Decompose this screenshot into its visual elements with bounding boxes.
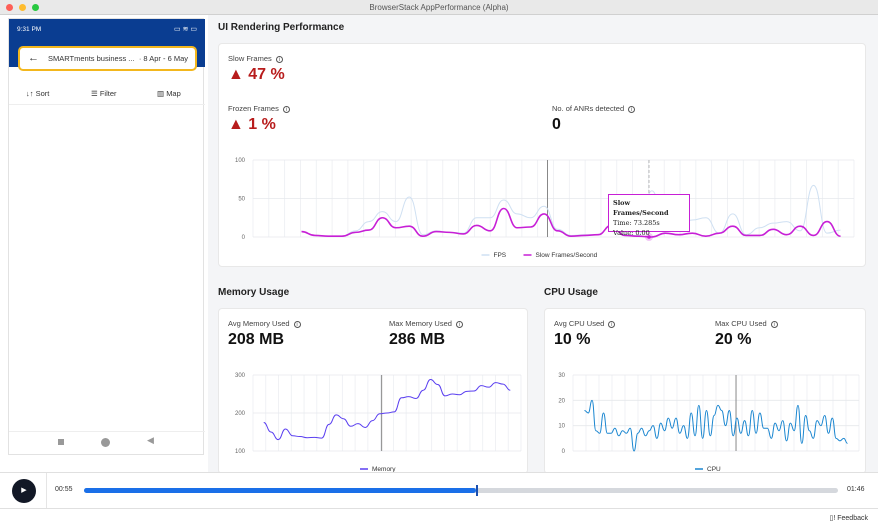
max-cpu-value: 20 % <box>715 331 752 348</box>
chart-tooltip: Slow Frames/Second Time: 73.285s Value: … <box>608 194 690 237</box>
feedback-label: Feedback <box>837 515 868 522</box>
play-icon: ▶ <box>21 487 27 494</box>
y-tick-label: 0 <box>562 449 566 455</box>
y-tick-label: 10 <box>558 424 565 430</box>
window-title: BrowserStack AppPerformance (Alpha) <box>369 3 509 12</box>
map-icon: ▥ <box>157 89 165 98</box>
status-time: 9:31 PM <box>17 26 42 33</box>
memory-card: Avg Memory Used i 208 MB Max Memory Used i… <box>218 308 528 474</box>
avg-memory-value: 208 MB <box>228 331 285 348</box>
footer: ▯! Feedback <box>0 508 878 529</box>
divider <box>46 473 47 509</box>
date-range: · 8 Apr - 6 May <box>138 54 188 63</box>
filter-icon: ☰ <box>91 89 98 98</box>
search-text: SMARTments business ... <box>48 54 135 63</box>
ui-rendering-chart[interactable]: 100 50 0 FPS Slow Frames/Second <box>219 149 867 264</box>
avg-cpu-value: 10 % <box>554 331 591 348</box>
divider <box>9 104 205 105</box>
tooltip-time: Time: 73.285s <box>613 219 660 227</box>
current-time: 00:55 <box>55 486 73 493</box>
search-bar[interactable]: ← SMARTments business ... · 8 Apr - 6 Ma… <box>18 46 197 71</box>
info-icon[interactable]: i <box>770 320 778 328</box>
info-icon[interactable]: i <box>608 320 616 328</box>
max-memory-label: Max Memory Used i <box>389 319 463 328</box>
y-tick-label: 50 <box>238 197 245 203</box>
total-time: 01:46 <box>847 486 865 493</box>
memory-chart[interactable]: 300200100Memory <box>219 364 529 474</box>
anr-label: No. of ANRs detected i <box>552 104 636 113</box>
avg-cpu-label: Avg CPU Used i <box>554 319 616 328</box>
legend-label: FPS <box>494 252 507 259</box>
tooltip-title: Slow Frames/Second <box>613 199 669 217</box>
back-icon[interactable]: ◀ <box>147 435 154 446</box>
seek-handle[interactable] <box>476 485 479 496</box>
maximize-window-button[interactable] <box>32 4 39 11</box>
android-nav-bar: ◀ <box>9 431 205 456</box>
series-line-slow-frames-second <box>301 207 841 238</box>
anr-value: 0 <box>552 116 561 133</box>
home-icon[interactable] <box>101 438 110 447</box>
memory-title: Memory Usage <box>218 287 290 298</box>
slow-frames-value: ▲ 47 % <box>228 66 285 83</box>
info-icon[interactable]: i <box>282 105 290 113</box>
y-tick-label: 200 <box>235 411 246 417</box>
cpu-card: Avg CPU Used i 10 % Max CPU Used i 20 % 30… <box>544 308 866 474</box>
sort-button[interactable]: ↓↑ Sort <box>26 89 49 98</box>
max-cpu-label: Max CPU Used i <box>715 319 778 328</box>
slow-frames-label: Slow Frames i <box>228 54 283 63</box>
tooltip-value: Value: 0.00 <box>613 229 650 237</box>
legend-label: Slow Frames/Second <box>536 252 598 259</box>
frozen-frames-label: Frozen Frames i <box>228 104 290 113</box>
sort-icon: ↓↑ <box>26 89 34 98</box>
info-icon[interactable]: i <box>628 105 636 113</box>
map-label: Map <box>166 89 181 98</box>
status-icons: ▭ ≋ ▭ <box>174 26 197 33</box>
cpu-chart[interactable]: 3020100CPU <box>545 364 867 474</box>
play-button[interactable]: ▶ <box>12 479 36 503</box>
y-tick-label: 0 <box>242 235 246 241</box>
y-tick-label: 100 <box>235 158 246 164</box>
sort-label: Sort <box>35 89 50 98</box>
y-tick-label: 30 <box>558 373 565 379</box>
player-bar: ▶ 00:55 01:46 <box>0 472 878 509</box>
seek-progress <box>84 488 477 493</box>
recents-icon[interactable] <box>58 439 64 445</box>
frozen-frames-value: ▲ 1 % <box>228 116 276 133</box>
device-screen[interactable]: 9:31 PM ▭ ≋ ▭ ← SMARTments business ... … <box>8 18 205 456</box>
ui-rendering-title: UI Rendering Performance <box>218 22 345 33</box>
app-header: 9:31 PM ▭ ≋ ▭ ← SMARTments business ... … <box>9 19 205 71</box>
feedback-icon: ▯! <box>829 515 836 522</box>
feedback-button[interactable]: ▯! Feedback <box>830 514 869 522</box>
y-tick-label: 100 <box>235 449 246 455</box>
y-tick-label: 300 <box>235 373 246 379</box>
series-line-memory <box>263 379 511 441</box>
map-button[interactable]: ▥ Map <box>157 89 181 98</box>
seek-bar[interactable] <box>84 485 838 496</box>
cpu-title: CPU Usage <box>544 287 598 298</box>
y-tick-label: 20 <box>558 398 565 404</box>
ui-rendering-card: Slow Frames i ▲ 47 % Frozen Frames i ▲ 1 %… <box>218 43 866 267</box>
max-memory-value: 286 MB <box>389 331 446 348</box>
info-icon[interactable]: i <box>293 320 301 328</box>
avg-memory-label: Avg Memory Used i <box>228 319 301 328</box>
info-icon[interactable]: i <box>275 55 283 63</box>
back-arrow-icon[interactable]: ← <box>28 48 39 69</box>
close-window-button[interactable] <box>6 4 13 11</box>
filter-button[interactable]: ☰ Filter <box>91 89 117 98</box>
window-titlebar: BrowserStack AppPerformance (Alpha) <box>0 0 878 15</box>
series-line-fps <box>301 184 841 237</box>
info-icon[interactable]: i <box>455 320 463 328</box>
minimize-window-button[interactable] <box>19 4 26 11</box>
filter-label: Filter <box>99 89 117 98</box>
